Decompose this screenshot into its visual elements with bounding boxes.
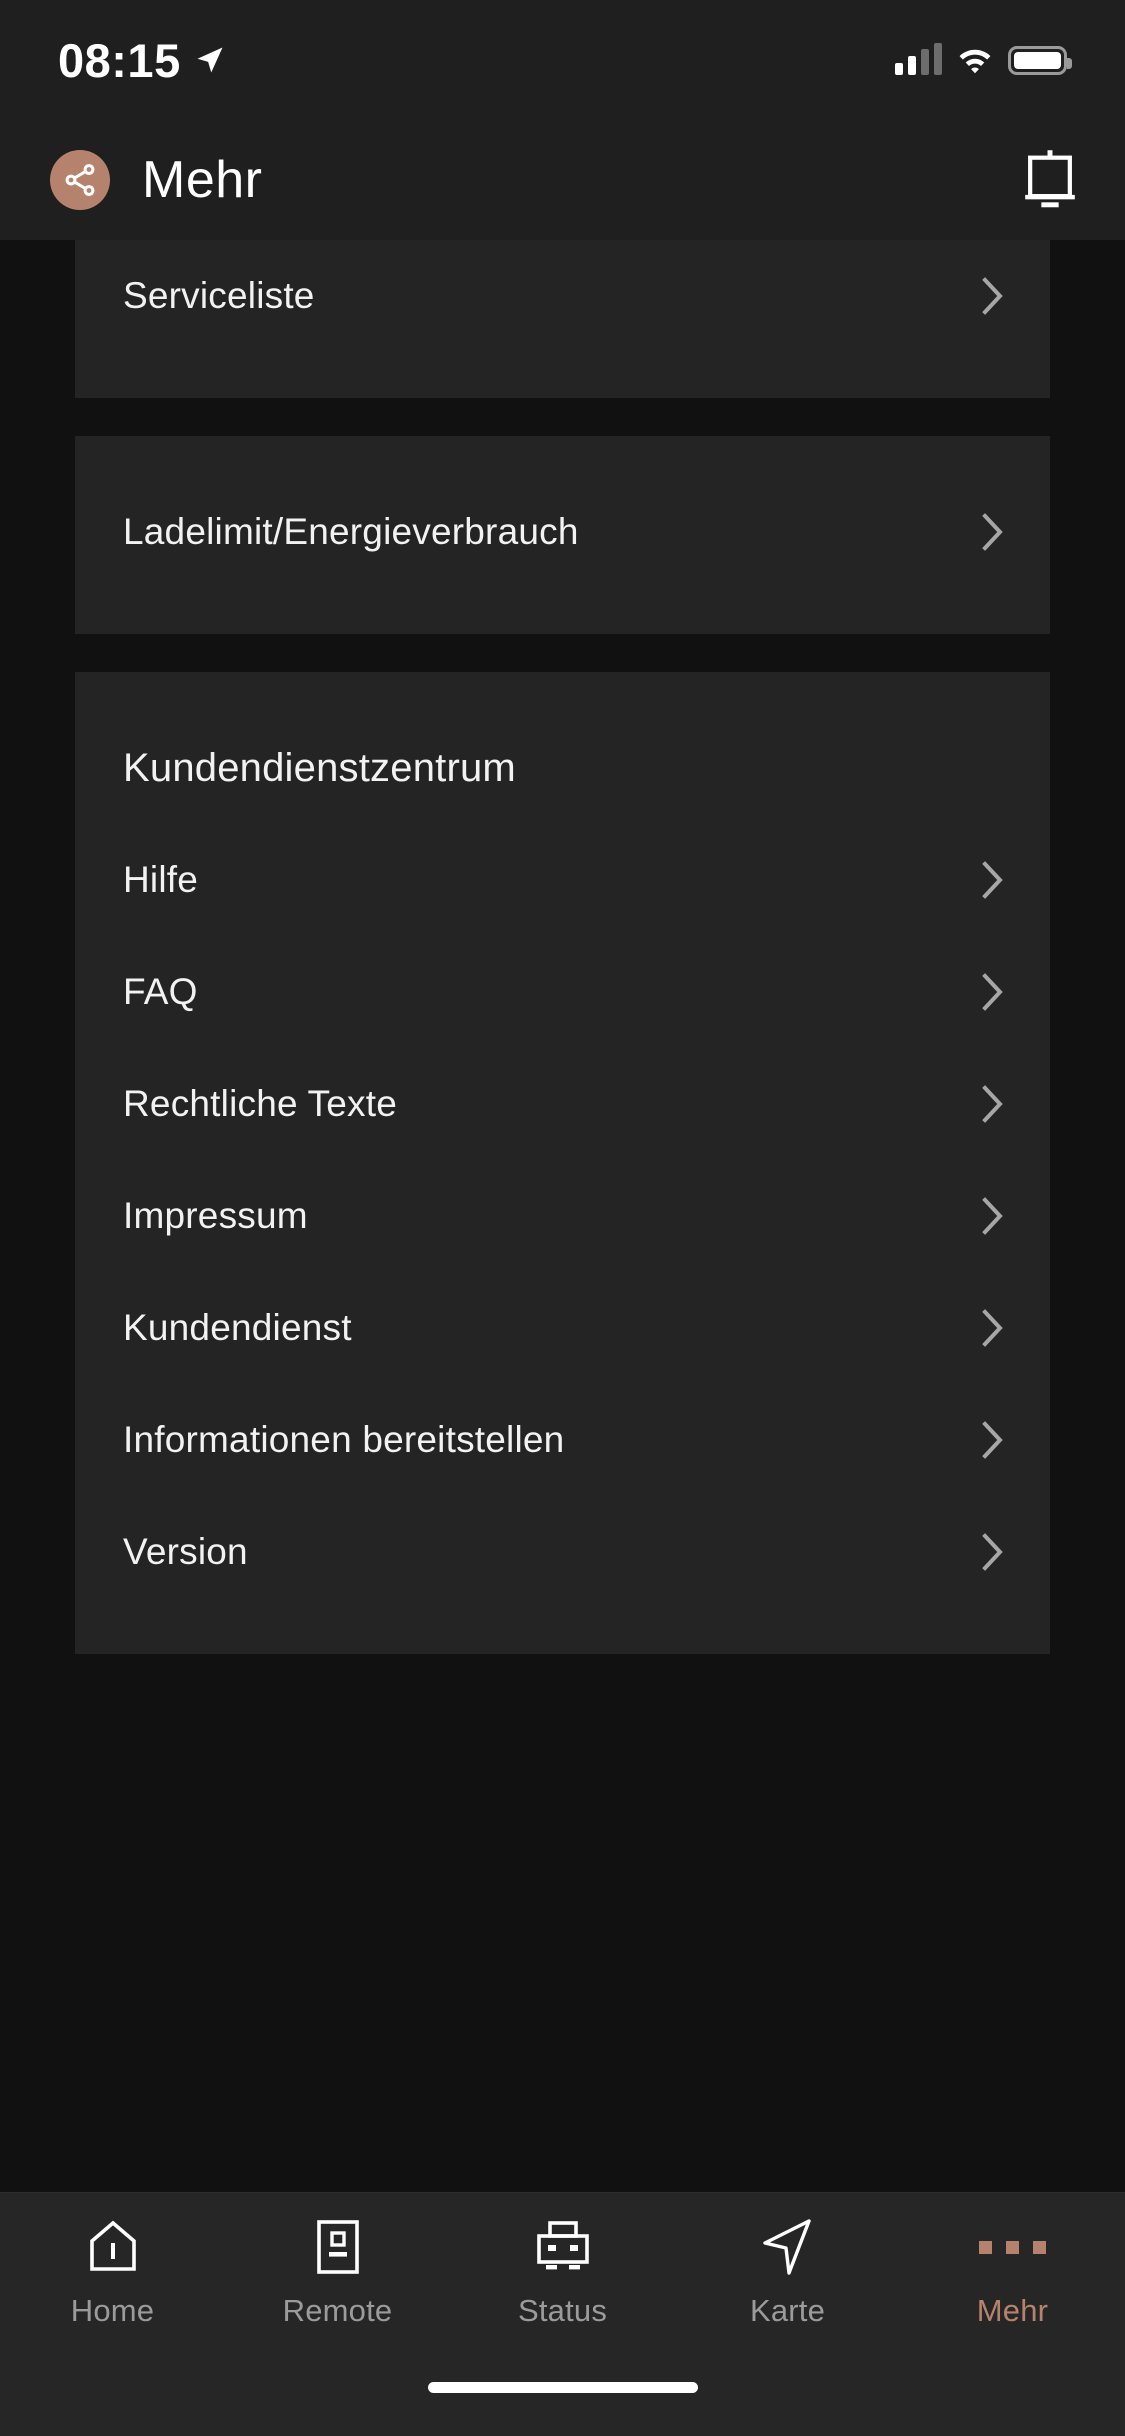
card-bottom-padding [75, 352, 1050, 398]
chevron-right-icon [982, 1309, 1003, 1347]
card-top-padding [75, 436, 1050, 476]
list-item-label: Informationen bereitstellen [123, 1419, 565, 1460]
status-bar-right [895, 43, 1072, 75]
phone-screen: 08:15 Mehr Serviceliste Ladelimit/Energi… [0, 0, 1125, 2436]
ladelimit-card: Ladelimit/Energieverbrauch [75, 436, 1050, 634]
chevron-right-icon [982, 1085, 1003, 1123]
list-item[interactable]: Rechtliche Texte [75, 1048, 1050, 1160]
chevron-right-icon [982, 1197, 1003, 1235]
wifi-icon [959, 49, 991, 74]
list-item[interactable]: Kundendienst [75, 1272, 1050, 1384]
tab-mehr[interactable]: Mehr [900, 2219, 1125, 2329]
list-item-label: Impressum [123, 1195, 308, 1236]
list-item-label: Version [123, 1531, 248, 1572]
card-bottom-padding [75, 588, 1050, 634]
card-bottom-padding [75, 1608, 1050, 1654]
chevron-right-icon [982, 513, 1003, 551]
location-arrow-icon [197, 47, 223, 73]
avatar[interactable] [50, 150, 110, 210]
tab-home[interactable]: Home [0, 2219, 225, 2329]
status-bar-clock: 08:15 [58, 33, 181, 87]
list-item-label: Ladelimit/Energieverbrauch [123, 511, 579, 552]
more-dots-icon [979, 2219, 1046, 2275]
list-item[interactable]: Informationen bereitstellen [75, 1384, 1050, 1496]
tab-label-remote: Remote [282, 2293, 393, 2328]
home-indicator [0, 2368, 1125, 2436]
chevron-right-icon [982, 1533, 1003, 1571]
home-icon [87, 2219, 139, 2275]
tab-label-mehr: Mehr [976, 2293, 1049, 2328]
list-item[interactable]: Impressum [75, 1160, 1050, 1272]
home-indicator-bar [427, 2382, 698, 2393]
list-item-label: Serviceliste [123, 275, 315, 316]
list-item[interactable]: FAQ [75, 936, 1050, 1048]
chevron-right-icon [982, 1421, 1003, 1459]
list-item-label: Rechtliche Texte [123, 1083, 397, 1124]
list-item[interactable]: Hilfe [75, 824, 1050, 936]
cellular-signal-icon [895, 43, 942, 75]
navigation-arrow-icon [761, 2219, 815, 2275]
list-item-label: Kundendienst [123, 1307, 352, 1348]
serviceliste-card: Serviceliste [75, 240, 1050, 398]
card-gap [0, 398, 1125, 436]
list-item-label: Hilfe [123, 859, 199, 900]
card-top-padding [75, 672, 1050, 712]
card-gap [0, 634, 1125, 672]
status-bar-left: 08:15 [58, 37, 225, 84]
tab-label-status: Status [517, 2293, 608, 2328]
tab-status[interactable]: Status [450, 2219, 675, 2329]
settings-scroll-area[interactable]: Serviceliste Ladelimit/Energieverbrauch Ku… [0, 240, 1125, 2192]
page-title: Mehr [142, 151, 263, 209]
tab-remote[interactable]: Remote [225, 2219, 450, 2329]
app-header: Mehr [0, 120, 1125, 240]
tab-label-karte: Karte [749, 2293, 826, 2328]
bottom-tab-bar: Home Remote Status Karte Mehr [0, 2192, 1125, 2368]
tab-label-home: Home [70, 2293, 155, 2328]
remote-key-icon [315, 2219, 361, 2275]
chevron-right-icon [982, 277, 1003, 315]
chevron-right-icon [982, 861, 1003, 899]
share-network-icon [65, 164, 95, 196]
list-item[interactable]: Version [75, 1496, 1050, 1608]
kundendienstzentrum-card: Kundendienstzentrum Hilfe FAQ Rechtliche Te… [75, 672, 1050, 1654]
vehicle-key-icon[interactable] [1025, 149, 1075, 211]
list-item[interactable]: Serviceliste [75, 240, 1050, 352]
tab-karte[interactable]: Karte [675, 2219, 900, 2329]
section-title: Kundendienstzentrum [123, 745, 516, 790]
chevron-right-icon [982, 973, 1003, 1011]
status-bar: 08:15 [0, 0, 1125, 120]
battery-full-icon [1008, 45, 1072, 75]
list-item-label: FAQ [123, 971, 198, 1012]
vehicle-icon [533, 2219, 593, 2275]
list-item[interactable]: Ladelimit/Energieverbrauch [75, 476, 1050, 588]
